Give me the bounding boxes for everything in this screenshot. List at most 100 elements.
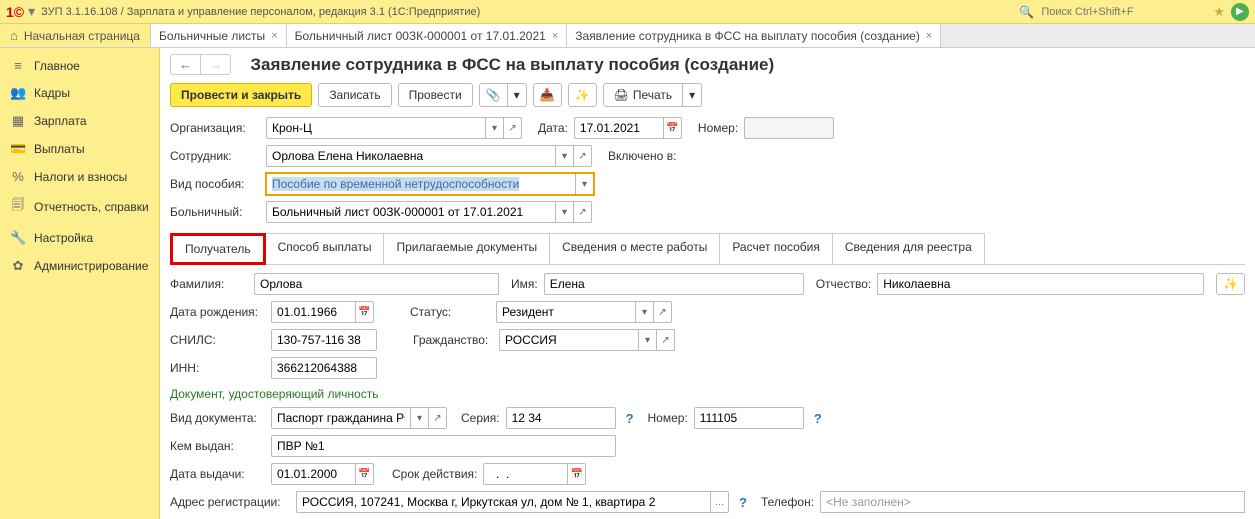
close-icon[interactable]: × <box>552 30 558 42</box>
sidebar-item-main[interactable]: ≡Главное <box>0 52 159 79</box>
org-input[interactable] <box>266 117 486 139</box>
help-icon[interactable]: ? <box>626 411 634 426</box>
help-icon[interactable]: ? <box>814 411 822 426</box>
issue-date-input[interactable] <box>271 463 356 485</box>
import-icon: 📥 <box>540 88 555 102</box>
open-icon[interactable]: ↗ <box>574 145 592 167</box>
dropdown-icon[interactable]: ▾ <box>556 201 574 223</box>
employee-input[interactable] <box>266 145 556 167</box>
help-icon[interactable]: ? <box>739 495 747 510</box>
tab-registry[interactable]: Сведения для реестра <box>832 233 985 265</box>
dropdown-icon[interactable]: ▾ <box>636 301 654 323</box>
import-button[interactable]: 📥 <box>533 83 562 107</box>
sidebar-item-label: Главное <box>34 59 80 73</box>
open-icon[interactable]: ↗ <box>574 201 592 223</box>
citizenship-input[interactable] <box>499 329 639 351</box>
forward-button[interactable]: → <box>200 55 230 74</box>
tab-attachments[interactable]: Прилагаемые документы <box>383 233 550 265</box>
issued-by-label: Кем выдан: <box>170 439 265 453</box>
tab-sickdoc[interactable]: Больничный лист 00ЗК-000001 от 17.01.202… <box>287 24 568 47</box>
calendar-icon[interactable]: 📅 <box>356 301 374 323</box>
calendar-icon[interactable]: 📅 <box>568 463 586 485</box>
app-logo: 1© <box>6 4 24 20</box>
issued-by-input[interactable] <box>271 435 616 457</box>
refill-button[interactable]: ✨ <box>568 83 597 107</box>
phone-label: Телефон: <box>761 495 814 509</box>
title-bar: 1© ▾ ЗУП 3.1.16.108 / Зарплата и управле… <box>0 0 1255 24</box>
sickleave-input[interactable] <box>266 201 556 223</box>
inn-label: ИНН: <box>170 361 265 375</box>
inn-input[interactable] <box>271 357 377 379</box>
sidebar-item-payments[interactable]: 💳Выплаты <box>0 135 159 163</box>
series-input[interactable] <box>506 407 616 429</box>
attach-button[interactable]: 📎 <box>479 83 508 107</box>
dropdown-icon[interactable]: ▾ <box>411 407 429 429</box>
lastname-input[interactable] <box>254 273 499 295</box>
sidebar-item-reports[interactable]: 🗐 Отчетность, справки <box>0 190 159 224</box>
address-input[interactable] <box>296 491 711 513</box>
close-icon[interactable]: × <box>926 30 932 42</box>
doc-icon: 🗐 <box>10 196 26 218</box>
dropdown-icon[interactable]: ▾ <box>486 117 504 139</box>
tab-recipient[interactable]: Получатель <box>170 233 266 265</box>
menu-icon[interactable]: ▾ <box>28 3 35 20</box>
lastname-label: Фамилия: <box>170 277 248 291</box>
tab-work-info[interactable]: Сведения о месте работы <box>549 233 720 265</box>
dropdown-icon[interactable]: ▾ <box>576 173 594 195</box>
chevron-down-icon: ▾ <box>514 88 520 102</box>
valid-until-input[interactable] <box>483 463 568 485</box>
more-icon[interactable]: … <box>711 491 729 513</box>
open-icon[interactable]: ↗ <box>429 407 447 429</box>
page-title: Заявление сотрудника в ФСС на выплату по… <box>250 55 774 75</box>
phone-input[interactable] <box>820 491 1245 513</box>
global-search-input[interactable] <box>1037 3 1207 21</box>
open-icon[interactable]: ↗ <box>504 117 522 139</box>
sidebar-item-salary[interactable]: ▦Зарплата <box>0 107 159 135</box>
snils-input[interactable] <box>271 329 377 351</box>
calendar-icon[interactable]: 📅 <box>356 463 374 485</box>
date-input[interactable] <box>574 117 664 139</box>
middlename-input[interactable] <box>877 273 1204 295</box>
sidebar-item-hr[interactable]: 👥Кадры <box>0 79 159 107</box>
status-input[interactable] <box>496 301 636 323</box>
sidebar-item-admin[interactable]: ✿Администрирование <box>0 252 159 280</box>
doc-type-input[interactable] <box>271 407 411 429</box>
print-button[interactable]: 🖨 Печать <box>603 83 684 107</box>
dropdown-icon[interactable]: ▾ <box>556 145 574 167</box>
inner-tabs: Получатель Способ выплаты Прилагаемые до… <box>170 233 1245 265</box>
tab-label: Заявление сотрудника в ФСС на выплату по… <box>575 29 920 43</box>
tab-sicklist[interactable]: Больничные листы × <box>151 24 287 47</box>
favorites-icon[interactable]: ★ <box>1213 4 1225 20</box>
firstname-label: Имя: <box>511 277 538 291</box>
doc-number-input[interactable] <box>694 407 804 429</box>
benefit-type-input[interactable]: Пособие по временной нетрудоспособности <box>266 173 576 195</box>
save-button[interactable]: Записать <box>318 83 391 107</box>
close-icon[interactable]: × <box>271 30 277 42</box>
paperclip-icon: 📎 <box>486 88 501 102</box>
dropdown-icon[interactable]: ▾ <box>639 329 657 351</box>
snils-label: СНИЛС: <box>170 333 265 347</box>
attach-dropdown[interactable]: ▾ <box>508 83 527 107</box>
open-icon[interactable]: ↗ <box>657 329 675 351</box>
autofill-button[interactable]: ✨ <box>1216 273 1245 295</box>
submit-close-button[interactable]: Провести и закрыть <box>170 83 312 107</box>
firstname-input[interactable] <box>544 273 804 295</box>
submit-button[interactable]: Провести <box>398 83 473 107</box>
home-tab[interactable]: ⌂ Начальная страница <box>0 24 151 47</box>
tab-fss-application[interactable]: Заявление сотрудника в ФСС на выплату по… <box>567 24 941 47</box>
sidebar-item-settings[interactable]: 🔧Настройка <box>0 224 159 252</box>
sidebar-item-taxes[interactable]: %Налоги и взносы <box>0 163 159 190</box>
back-button[interactable]: ← <box>171 55 200 74</box>
toolbar: Провести и закрыть Записать Провести 📎 ▾… <box>170 83 1245 107</box>
calendar-icon[interactable]: 📅 <box>664 117 682 139</box>
sidebar-item-label: Отчетность, справки <box>34 200 149 214</box>
tab-payment-method[interactable]: Способ выплаты <box>265 233 385 265</box>
run-button[interactable]: ▶ <box>1231 3 1249 21</box>
open-icon[interactable]: ↗ <box>654 301 672 323</box>
print-label: Печать <box>633 88 672 102</box>
tab-calculation[interactable]: Расчет пособия <box>719 233 833 265</box>
birthdate-input[interactable] <box>271 301 356 323</box>
print-dropdown[interactable]: ▾ <box>683 83 702 107</box>
citizenship-label: Гражданство: <box>413 333 493 347</box>
table-icon: ▦ <box>10 113 26 129</box>
